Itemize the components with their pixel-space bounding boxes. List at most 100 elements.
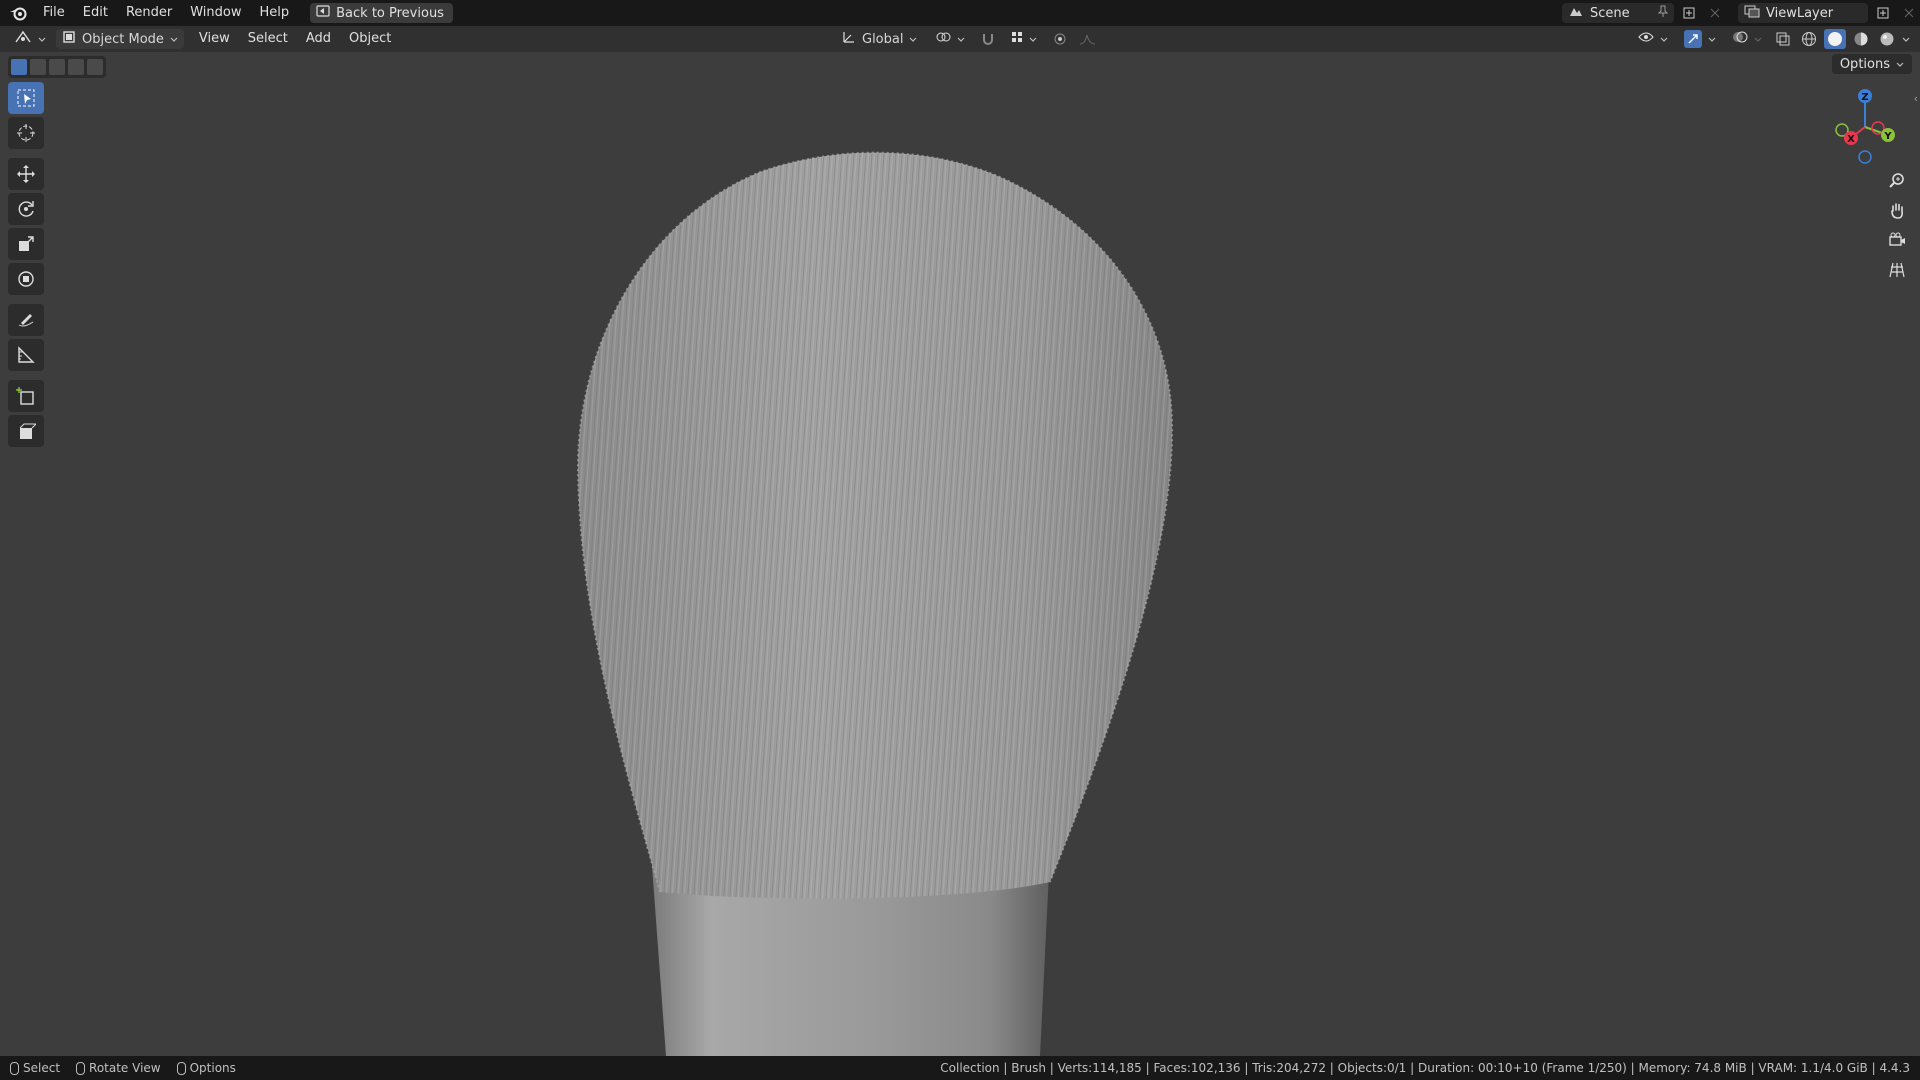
mouse-left-icon: [10, 1061, 19, 1075]
select-box-icon: [17, 89, 35, 107]
top-menu-bar: File Edit Render Window Help Back to Pre…: [0, 0, 1920, 26]
scene-name: Scene: [1590, 5, 1630, 21]
cursor-icon: [17, 124, 35, 142]
transform-tool[interactable]: [8, 263, 44, 295]
select-intersect-icon[interactable]: [87, 59, 103, 75]
hint-select: Select: [10, 1061, 60, 1075]
measure-tool[interactable]: [8, 339, 44, 371]
hint-select-label: Select: [23, 1061, 61, 1075]
select-subtract-icon[interactable]: [49, 59, 65, 75]
blender-logo-icon[interactable]: [8, 3, 28, 23]
new-view-layer-icon[interactable]: [1872, 3, 1894, 23]
select-box-tool[interactable]: [8, 82, 44, 114]
rotate-tool[interactable]: [8, 193, 44, 225]
menu-file[interactable]: File: [34, 0, 74, 26]
move-tool[interactable]: [8, 158, 44, 190]
proportional-editing-icon[interactable]: [1049, 29, 1071, 49]
menu-view[interactable]: View: [190, 26, 239, 52]
falloff-curve-icon[interactable]: [1077, 29, 1099, 49]
menu-object[interactable]: Object: [340, 26, 400, 52]
back-to-previous-label: Back to Previous: [336, 5, 444, 21]
rotate-icon: [18, 201, 34, 217]
sidebar-toggle-icon[interactable]: ‹: [1914, 92, 1918, 105]
scene-statistics: Collection | Brush | Verts:114,185 | Fac…: [940, 1061, 1910, 1075]
snap-grid-icon: [1011, 31, 1023, 47]
options-dropdown[interactable]: Options: [1831, 54, 1912, 74]
object-mode-icon: [62, 30, 76, 48]
hint-options-label: Options: [189, 1061, 236, 1075]
gizmo-y-label: Y: [1883, 131, 1892, 142]
hint-options: Options: [176, 1061, 236, 1075]
rendered-shading-icon[interactable]: [1876, 29, 1898, 49]
hint-rotate-view-label: Rotate View: [89, 1061, 161, 1075]
visibility-dropdown[interactable]: [1632, 29, 1674, 49]
scene-icon: [1568, 4, 1584, 22]
xray-toggle-icon[interactable]: [1772, 29, 1794, 49]
gizmo-toggle[interactable]: [1678, 29, 1722, 49]
solid-shading-icon[interactable]: [1824, 29, 1846, 49]
chevron-down-icon: [1754, 32, 1762, 47]
chevron-down-icon: [909, 32, 917, 47]
delete-scene-icon[interactable]: [1704, 3, 1726, 23]
annotate-pencil-icon: [18, 314, 34, 327]
gizmo-z-label: Z: [1861, 92, 1868, 103]
menu-add[interactable]: Add: [297, 26, 340, 52]
object-mode-label: Object Mode: [82, 31, 164, 47]
add-object-icon: [19, 423, 36, 439]
scene-selector[interactable]: Scene: [1562, 3, 1674, 23]
chevron-down-icon: [1029, 32, 1037, 47]
add-object-tool[interactable]: [8, 415, 44, 447]
options-label: Options: [1839, 56, 1890, 72]
3d-viewport-icon: [14, 30, 32, 48]
navigation-gizmo[interactable]: Z Y X: [1820, 82, 1910, 172]
view-layer-icon: [1744, 4, 1760, 22]
pan-hand-icon[interactable]: [1882, 198, 1912, 222]
material-preview-shading-icon[interactable]: [1850, 29, 1872, 49]
scale-tool[interactable]: [8, 228, 44, 260]
menu-help[interactable]: Help: [251, 0, 299, 26]
transform-orientation-label: Global: [862, 31, 904, 47]
screen-back-icon: [316, 5, 330, 21]
new-scene-icon[interactable]: [1678, 3, 1700, 23]
3d-viewport[interactable]: Options Z Y X ‹: [0, 52, 1920, 1056]
add-cube-tool[interactable]: [8, 380, 44, 412]
selection-mode-buttons: [8, 56, 106, 78]
select-invert-icon[interactable]: [68, 59, 84, 75]
chevron-down-icon: [1708, 32, 1716, 47]
object-mode-dropdown[interactable]: Object Mode: [56, 29, 184, 49]
camera-view-icon[interactable]: [1882, 228, 1912, 252]
snap-target-dropdown[interactable]: [1005, 29, 1043, 49]
chevron-down-icon[interactable]: [1902, 32, 1910, 47]
view-layer-selector[interactable]: ViewLayer: [1738, 3, 1868, 23]
transform-controls: Global: [836, 29, 1099, 49]
transform-orientation-dropdown[interactable]: Global: [836, 29, 923, 49]
menu-window[interactable]: Window: [181, 0, 250, 26]
overlays-toggle[interactable]: [1726, 29, 1768, 49]
delete-view-layer-icon[interactable]: [1898, 3, 1920, 23]
chevron-down-icon: [170, 32, 178, 47]
ruler-icon: [18, 346, 35, 363]
menu-select[interactable]: Select: [239, 26, 297, 52]
zoom-icon[interactable]: [1882, 168, 1912, 192]
editor-type-dropdown[interactable]: [8, 29, 52, 49]
chevron-down-icon: [957, 32, 965, 47]
chevron-down-icon: [1896, 57, 1904, 72]
pivot-point-icon: [935, 30, 951, 48]
pivot-point-dropdown[interactable]: [929, 29, 971, 49]
annotate-tool[interactable]: [8, 304, 44, 336]
cursor-tool[interactable]: [8, 117, 44, 149]
viewport-display-controls: [1632, 29, 1910, 49]
brush-render: [576, 151, 1174, 1056]
menu-edit[interactable]: Edit: [74, 0, 117, 26]
back-to-previous-button[interactable]: Back to Previous: [310, 3, 453, 23]
mouse-middle-icon: [76, 1061, 86, 1075]
chevron-down-icon: [38, 32, 46, 47]
select-new-icon[interactable]: [11, 59, 27, 75]
perspective-grid-icon[interactable]: [1882, 258, 1912, 282]
select-extend-icon[interactable]: [30, 59, 46, 75]
gizmo-icon: [1684, 30, 1702, 48]
pin-icon[interactable]: [1657, 5, 1669, 21]
menu-render[interactable]: Render: [117, 0, 181, 26]
wireframe-shading-icon[interactable]: [1798, 29, 1820, 49]
snap-magnet-icon[interactable]: [977, 29, 999, 49]
